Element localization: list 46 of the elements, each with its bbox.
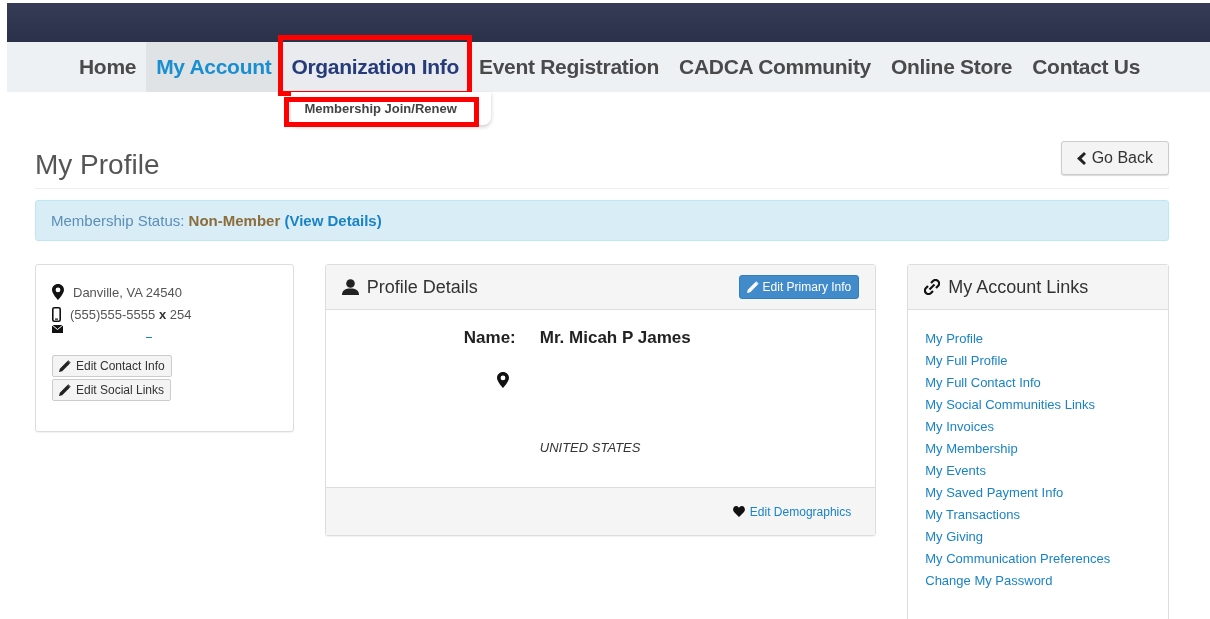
nav-item[interactable]: Contact Us — [1022, 42, 1151, 92]
heart-icon — [732, 506, 745, 517]
edit-button[interactable]: Edit Contact Info — [52, 355, 172, 377]
page-title: My Profile — [35, 149, 160, 181]
membership-status: Membership Status: Non-Member (View Details) — [51, 212, 382, 229]
phone-icon — [52, 306, 61, 322]
envelope-icon — [52, 325, 63, 333]
address-pin-icon — [496, 372, 509, 388]
location-text: Danville, VA 24540 — [73, 284, 182, 300]
email-link-underline[interactable] — [146, 337, 152, 338]
account-link[interactable]: My Transactions — [925, 504, 1151, 526]
account-link[interactable]: My Profile — [925, 328, 1151, 350]
nav-item[interactable]: CADCA Community — [669, 42, 881, 92]
account-link[interactable]: My Full Contact Info — [925, 372, 1151, 394]
person-icon — [341, 279, 359, 295]
panel-title: My Account Links — [948, 276, 1089, 298]
account-link[interactable]: My Invoices — [925, 416, 1151, 438]
account-link[interactable]: My Events — [925, 460, 1151, 482]
country-text: UNITED STATES — [539, 440, 641, 455]
account-link[interactable]: My Social Communities Links — [925, 394, 1151, 416]
link-icon — [924, 279, 941, 295]
account-link[interactable]: My Saved Payment Info — [925, 482, 1151, 504]
account-link[interactable]: My Full Profile — [925, 350, 1151, 372]
nav-item[interactable]: Organization Info — [281, 42, 469, 92]
account-link[interactable]: My Membership — [925, 438, 1151, 460]
chevron-left-icon — [1076, 151, 1086, 165]
nav-item[interactable]: Home — [69, 42, 147, 92]
account-link[interactable]: My Communication Preferences — [925, 548, 1151, 570]
name-label: Name: — [463, 328, 516, 348]
pencil-icon — [746, 281, 759, 293]
menu-item[interactable]: Membership Join/Renew — [304, 101, 457, 116]
account-link[interactable]: Change My Password — [925, 570, 1151, 592]
account-link[interactable]: My Giving — [925, 526, 1151, 548]
edit-demographics-link[interactable]: Edit Demographics — [749, 504, 852, 519]
pencil-icon — [59, 384, 71, 396]
location-pin-icon — [52, 284, 64, 300]
nav-item[interactable]: Event Registration — [468, 42, 670, 92]
phone-text: (555)555-5555 x 254 — [70, 306, 192, 322]
edit-button[interactable]: Edit Social Links — [52, 379, 172, 401]
name-value: Mr. Micah P James — [539, 328, 691, 348]
pencil-icon — [59, 360, 71, 372]
nav-item[interactable]: Online Store — [881, 42, 1023, 92]
go-back-button[interactable]: Go Back — [1060, 141, 1169, 175]
view-details-link[interactable]: View Details — [289, 212, 377, 229]
edit-primary-info-button[interactable]: Edit Primary Info — [738, 275, 860, 299]
panel-title: Profile Details — [366, 276, 478, 298]
